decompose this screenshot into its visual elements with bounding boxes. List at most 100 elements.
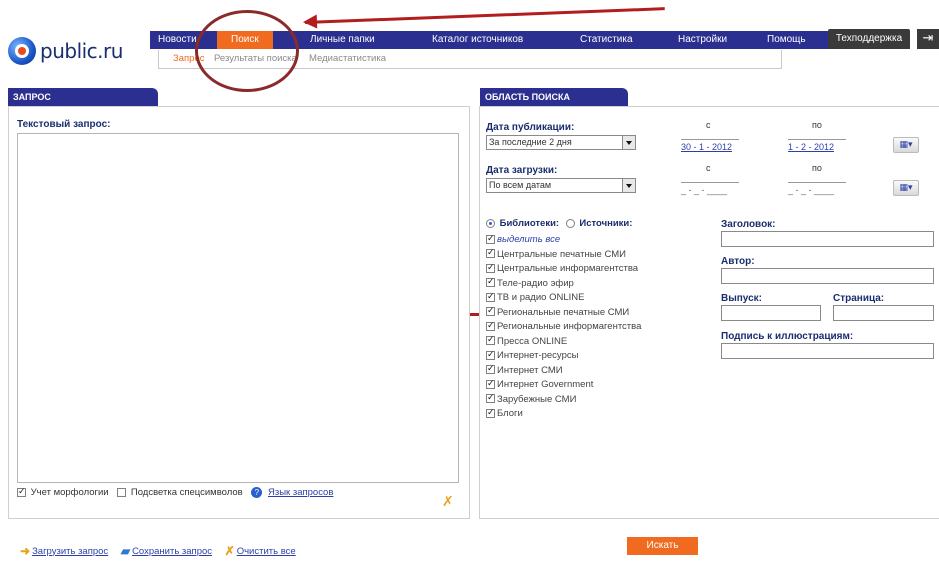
load-date-select[interactable]: По всем датам bbox=[486, 178, 636, 193]
caption-input[interactable] bbox=[721, 343, 934, 359]
save-icon: ▰ bbox=[120, 544, 131, 558]
annotation-ellipse bbox=[195, 10, 299, 92]
query-language-link[interactable]: Язык запросов bbox=[268, 487, 333, 498]
source-label: Теле-радио эфир bbox=[497, 277, 574, 289]
source-checkbox[interactable] bbox=[486, 334, 495, 346]
load-date-label: Дата загрузки: bbox=[486, 165, 558, 176]
libraries-label: Библиотеки: bbox=[499, 218, 560, 229]
source-checkbox[interactable] bbox=[486, 407, 495, 418]
search-button[interactable]: Искать bbox=[627, 537, 698, 555]
source-label: Интернет СМИ bbox=[497, 364, 563, 376]
author-input[interactable] bbox=[721, 268, 934, 284]
highlight-checkbox[interactable] bbox=[117, 488, 127, 497]
source-label: Центральные печатные СМИ bbox=[497, 248, 626, 260]
select-all-link[interactable]: выделить все bbox=[497, 234, 560, 245]
load-icon: ➜ bbox=[20, 544, 31, 558]
pub-date-to-field[interactable]: 1 - 2 - 2012 bbox=[788, 139, 846, 152]
source-label: Интернет Government bbox=[497, 379, 594, 390]
page-label: Страница: bbox=[833, 293, 885, 304]
caption-label: Подпись к иллюстрациям: bbox=[721, 331, 854, 342]
annotation-arrow-top bbox=[302, 7, 665, 30]
pub-date-from-label: с bbox=[706, 120, 711, 130]
title-label: Заголовок: bbox=[721, 219, 776, 230]
source-checkbox[interactable] bbox=[486, 291, 495, 302]
libraries-radio[interactable] bbox=[486, 218, 495, 228]
pub-date-label: Дата публикации: bbox=[486, 122, 575, 133]
list-item: Интернет-ресурсы bbox=[486, 349, 641, 365]
pub-date-from-field[interactable]: 30 - 1 - 2012 bbox=[681, 139, 739, 152]
save-query-action[interactable]: ▰ Сохранить запрос bbox=[120, 544, 212, 558]
area-panel-tab: ОБЛАСТЬ ПОИСКА bbox=[480, 88, 628, 106]
list-item: Блоги bbox=[486, 407, 641, 423]
issue-label: Выпуск: bbox=[721, 293, 763, 304]
nav-item-statistics[interactable]: Статистика bbox=[580, 31, 633, 49]
clear-all-link[interactable]: Очистить все bbox=[237, 546, 296, 557]
subnav-mediastats[interactable]: Медиастатистика bbox=[309, 53, 386, 64]
load-date-from-field[interactable]: _ - _ - ____ bbox=[681, 182, 739, 195]
list-item: ТВ и радио ONLINE bbox=[486, 291, 641, 307]
load-date-from-label: с bbox=[706, 163, 711, 173]
list-item: Теле-радио эфир bbox=[486, 276, 641, 293]
text-query-label: Текстовый запрос: bbox=[17, 119, 111, 130]
bottom-actions: ➜ Загрузить запрос ▰ Сохранить запрос ✗ Очи… bbox=[20, 544, 306, 558]
morphology-label: Учет морфологии bbox=[30, 487, 109, 499]
load-query-link[interactable]: Загрузить запрос bbox=[32, 546, 108, 557]
source-label: Блоги bbox=[497, 408, 523, 419]
help-icon[interactable]: ? bbox=[251, 487, 263, 498]
chevron-down-icon bbox=[622, 179, 635, 192]
list-item: Пресса ONLINE bbox=[486, 334, 641, 351]
source-checkbox[interactable] bbox=[486, 320, 495, 331]
list-item: Региональные информагентства bbox=[486, 320, 642, 336]
source-checkbox[interactable] bbox=[486, 262, 495, 273]
source-checkbox[interactable] bbox=[486, 349, 495, 360]
list-item: Интернет СМИ bbox=[486, 363, 641, 380]
source-checkbox[interactable] bbox=[486, 363, 495, 375]
logo-text: public.ru bbox=[40, 39, 123, 63]
list-item: выделить все bbox=[486, 233, 641, 249]
logo[interactable]: public.ru bbox=[8, 34, 123, 68]
calendar-icon[interactable]: ▦▾ bbox=[893, 180, 919, 196]
highlight-label: Подсветка спецсимволов bbox=[130, 487, 243, 499]
title-input[interactable] bbox=[721, 231, 934, 247]
nav-item-settings[interactable]: Настройки bbox=[678, 31, 727, 49]
source-checkbox[interactable] bbox=[486, 392, 495, 404]
clear-query-icon[interactable]: ✗ bbox=[442, 494, 454, 510]
author-label: Автор: bbox=[721, 256, 755, 267]
exit-icon[interactable]: ⇥ bbox=[917, 29, 939, 49]
nav-item-source-catalog[interactable]: Каталог источников bbox=[432, 31, 523, 49]
list-item: Центральные печатные СМИ bbox=[486, 247, 641, 264]
load-date-to-field[interactable]: _ - _ - ____ bbox=[788, 182, 846, 195]
clear-icon: ✗ bbox=[224, 544, 235, 558]
sources-list: выделить все Центральные печатные СМИ Це… bbox=[486, 233, 642, 423]
clear-all-action[interactable]: ✗ Очистить все bbox=[224, 544, 296, 558]
sources-radio[interactable] bbox=[565, 218, 575, 228]
calendar-icon[interactable]: ▦▾ bbox=[893, 137, 919, 153]
source-checkbox[interactable] bbox=[486, 305, 495, 317]
issue-input[interactable] bbox=[721, 305, 821, 321]
text-query-textarea[interactable] bbox=[17, 133, 459, 483]
pub-date-select[interactable]: За последние 2 дня bbox=[486, 135, 636, 150]
source-label: Зарубежные СМИ bbox=[497, 393, 577, 405]
list-item: Региональные печатные СМИ bbox=[486, 305, 641, 322]
save-query-link[interactable]: Сохранить запрос bbox=[132, 546, 212, 557]
nav-item-help[interactable]: Помощь bbox=[767, 31, 806, 49]
source-checkbox[interactable] bbox=[486, 378, 495, 389]
techsupport-button[interactable]: Техподдержка bbox=[828, 29, 910, 49]
nav-item-news[interactable]: Новости bbox=[158, 31, 197, 49]
morphology-checkbox[interactable] bbox=[17, 486, 26, 497]
select-all-checkbox[interactable] bbox=[486, 233, 495, 244]
source-label: ТВ и радио ONLINE bbox=[497, 292, 585, 303]
source-checkbox[interactable] bbox=[486, 276, 495, 288]
list-item: Интернет Government bbox=[486, 378, 641, 394]
source-label: Центральные информагентства bbox=[497, 263, 639, 274]
logo-icon bbox=[8, 37, 36, 65]
load-date-select-value: По всем датам bbox=[489, 180, 552, 190]
page-input[interactable] bbox=[833, 305, 934, 321]
library-source-toggle: Библиотеки: Источники: bbox=[486, 218, 632, 229]
source-label: Региональные информагентства bbox=[497, 321, 642, 332]
nav-item-personal-folders[interactable]: Личные папки bbox=[310, 31, 375, 49]
source-checkbox[interactable] bbox=[486, 247, 495, 259]
load-query-action[interactable]: ➜ Загрузить запрос bbox=[20, 544, 108, 558]
list-item: Центральные информагентства bbox=[486, 262, 641, 278]
pub-date-to-label: по bbox=[812, 120, 822, 130]
